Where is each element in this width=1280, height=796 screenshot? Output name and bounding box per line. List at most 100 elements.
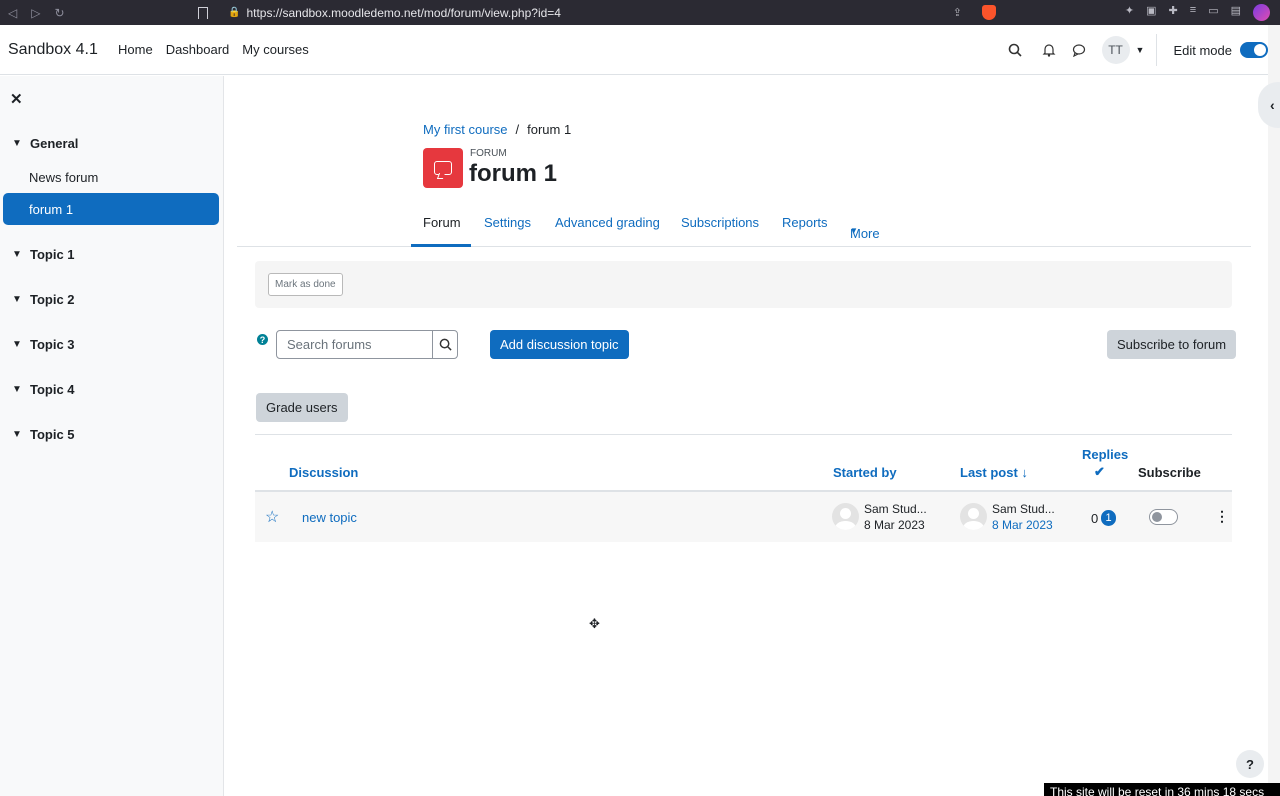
messages-icon[interactable] — [1064, 43, 1094, 57]
nav-my-courses[interactable]: My courses — [242, 42, 308, 57]
chevron-down-icon[interactable]: ▼ — [12, 138, 22, 149]
section-topic-3[interactable]: ▼ Topic 3 — [12, 337, 75, 352]
user-menu[interactable]: TT ▼ — [1101, 34, 1158, 66]
tab-settings[interactable]: Settings — [484, 215, 531, 230]
chevron-down-icon[interactable]: ▼ — [12, 429, 22, 440]
help-icon[interactable]: ? — [257, 334, 268, 345]
chevron-down-icon[interactable]: ▼ — [12, 384, 22, 395]
activity-completion: Mark as done — [255, 261, 1232, 308]
section-label: Topic 5 — [30, 427, 75, 442]
subscribe-toggle[interactable] — [1149, 509, 1178, 525]
breadcrumb-separator: / — [515, 122, 520, 137]
browser-toolbar: ◁ ▷ ↻ 🔒 https://sandbox.moodledemo.net/m… — [0, 0, 1280, 25]
navbar-right: TT ▼ Edit mode — [1000, 25, 1268, 75]
section-topic-2[interactable]: ▼ Topic 2 — [12, 292, 75, 307]
section-label: Topic 2 — [30, 292, 75, 307]
last-post-author[interactable]: Sam Stud... — [992, 502, 1055, 516]
profile-icon[interactable] — [1253, 4, 1270, 21]
lock-icon: 🔒 — [228, 7, 241, 18]
starter-date: 8 Mar 2023 — [864, 518, 925, 532]
chevron-down-icon[interactable]: ▼ — [12, 249, 22, 260]
nav-home[interactable]: Home — [118, 42, 153, 57]
puzzle-icon[interactable]: ✚ — [1169, 4, 1178, 21]
forward-icon[interactable]: ▷ — [31, 6, 40, 20]
section-general[interactable]: ▼ General — [12, 136, 78, 151]
extension-icon[interactable]: ✦ — [1125, 4, 1134, 21]
avatar[interactable] — [960, 503, 987, 530]
section-topic-5[interactable]: ▼ Topic 5 — [12, 427, 75, 442]
avatar[interactable] — [832, 503, 859, 530]
primary-nav: Home Dashboard My courses — [118, 42, 309, 57]
playlist-icon[interactable]: ≡ — [1190, 4, 1196, 21]
wallet-card-icon[interactable]: ▤ — [1231, 4, 1241, 21]
close-icon[interactable]: ✕ — [10, 90, 23, 108]
page-scrollbar[interactable] — [1268, 25, 1280, 796]
top-navbar: Sandbox 4.1 Home Dashboard My courses TT… — [0, 25, 1268, 75]
chevron-down-icon[interactable]: ▼ — [12, 339, 22, 350]
reply-count: 0 — [1091, 511, 1099, 526]
unread-badge[interactable]: 1 — [1101, 510, 1116, 526]
sort-down-icon: ↓ — [1021, 465, 1028, 480]
tab-advanced-grading[interactable]: Advanced grading — [555, 215, 660, 230]
kebab-menu-icon[interactable]: ⋮ — [1215, 508, 1229, 525]
search-icon[interactable] — [1000, 43, 1030, 57]
activity-forum-1[interactable]: forum 1 — [3, 193, 219, 225]
col-header-last-post[interactable]: Last post ↓ — [960, 465, 1028, 480]
brave-shield-icon[interactable] — [982, 5, 996, 20]
reload-icon[interactable]: ↻ — [54, 6, 64, 20]
avatar: TT — [1101, 36, 1130, 64]
section-topic-4[interactable]: ▼ Topic 4 — [12, 382, 75, 397]
wallet-icon[interactable]: ▣ — [1146, 4, 1156, 21]
section-topic-1[interactable]: ▼ Topic 1 — [12, 247, 75, 262]
forum-icon — [423, 148, 463, 188]
course-index-drawer: ✕ ▼ General News forum forum 1 ▼ Topic 1… — [0, 76, 224, 796]
tab-forum[interactable]: Forum — [423, 215, 461, 230]
back-icon[interactable]: ◁ — [8, 6, 17, 20]
reset-notice: This site will be reset in 36 mins 18 se… — [1044, 783, 1280, 796]
subscribe-to-forum-button[interactable]: Subscribe to forum — [1107, 330, 1237, 359]
edit-mode-label: Edit mode — [1173, 42, 1232, 58]
address-bar[interactable]: 🔒 https://sandbox.moodledemo.net/mod/for… — [192, 2, 1006, 23]
search-button[interactable] — [432, 331, 457, 358]
active-tab-indicator — [411, 244, 471, 247]
check-icon[interactable]: ✔ — [1094, 464, 1105, 480]
block-drawer-toggle[interactable]: ‹ — [1258, 82, 1280, 128]
help-button[interactable]: ? — [1236, 750, 1264, 778]
last-post-date-link[interactable]: 8 Mar 2023 — [992, 518, 1053, 532]
notification-bell-icon[interactable] — [1034, 43, 1064, 57]
browser-extensions: ✦ ▣ ✚ ≡ ▭ ▤ — [1125, 4, 1270, 21]
bookmark-icon[interactable] — [198, 6, 208, 19]
search-input[interactable] — [277, 331, 432, 358]
breadcrumb-course-link[interactable]: My first course — [423, 122, 508, 137]
discussion-link[interactable]: new topic — [302, 510, 357, 525]
section-label: Topic 3 — [30, 337, 75, 352]
edit-mode-switch[interactable] — [1240, 42, 1268, 58]
col-header-started-by[interactable]: Started by — [833, 465, 897, 480]
tab-subscriptions[interactable]: Subscriptions — [681, 215, 759, 230]
section-label: Topic 4 — [30, 382, 75, 397]
activity-news-forum[interactable]: News forum — [29, 170, 98, 185]
chevron-down-icon[interactable]: ▼ — [12, 294, 22, 305]
nav-dashboard[interactable]: Dashboard — [166, 42, 230, 57]
search-forums-group — [276, 330, 458, 359]
breadcrumb: My first course / forum 1 — [423, 122, 571, 137]
share-icon[interactable]: ⇪ — [953, 6, 962, 19]
table-row: ☆ new topic Sam Stud... 8 Mar 2023 Sam S… — [255, 492, 1232, 542]
edit-mode-toggle[interactable]: Edit mode — [1173, 42, 1268, 58]
mark-as-done-button[interactable]: Mark as done — [268, 273, 343, 296]
section-label: General — [30, 136, 79, 151]
browser-nav: ◁ ▷ ↻ — [0, 6, 190, 20]
grade-users-button[interactable]: Grade users — [256, 393, 348, 422]
site-brand[interactable]: Sandbox 4.1 — [8, 41, 118, 59]
chevron-down-icon: ▼ — [850, 226, 858, 235]
star-icon[interactable]: ☆ — [265, 507, 279, 527]
divider — [255, 434, 1232, 435]
chevron-left-icon: ‹ — [1270, 97, 1275, 113]
add-discussion-topic-button[interactable]: Add discussion topic — [490, 330, 629, 359]
sidebar-icon[interactable]: ▭ — [1208, 4, 1218, 21]
tab-reports[interactable]: Reports — [782, 215, 828, 230]
starter-name[interactable]: Sam Stud... — [864, 502, 927, 516]
col-header-discussion[interactable]: Discussion — [289, 465, 358, 480]
breadcrumb-current: forum 1 — [527, 122, 572, 137]
col-header-replies[interactable]: Replies — [1082, 447, 1128, 462]
